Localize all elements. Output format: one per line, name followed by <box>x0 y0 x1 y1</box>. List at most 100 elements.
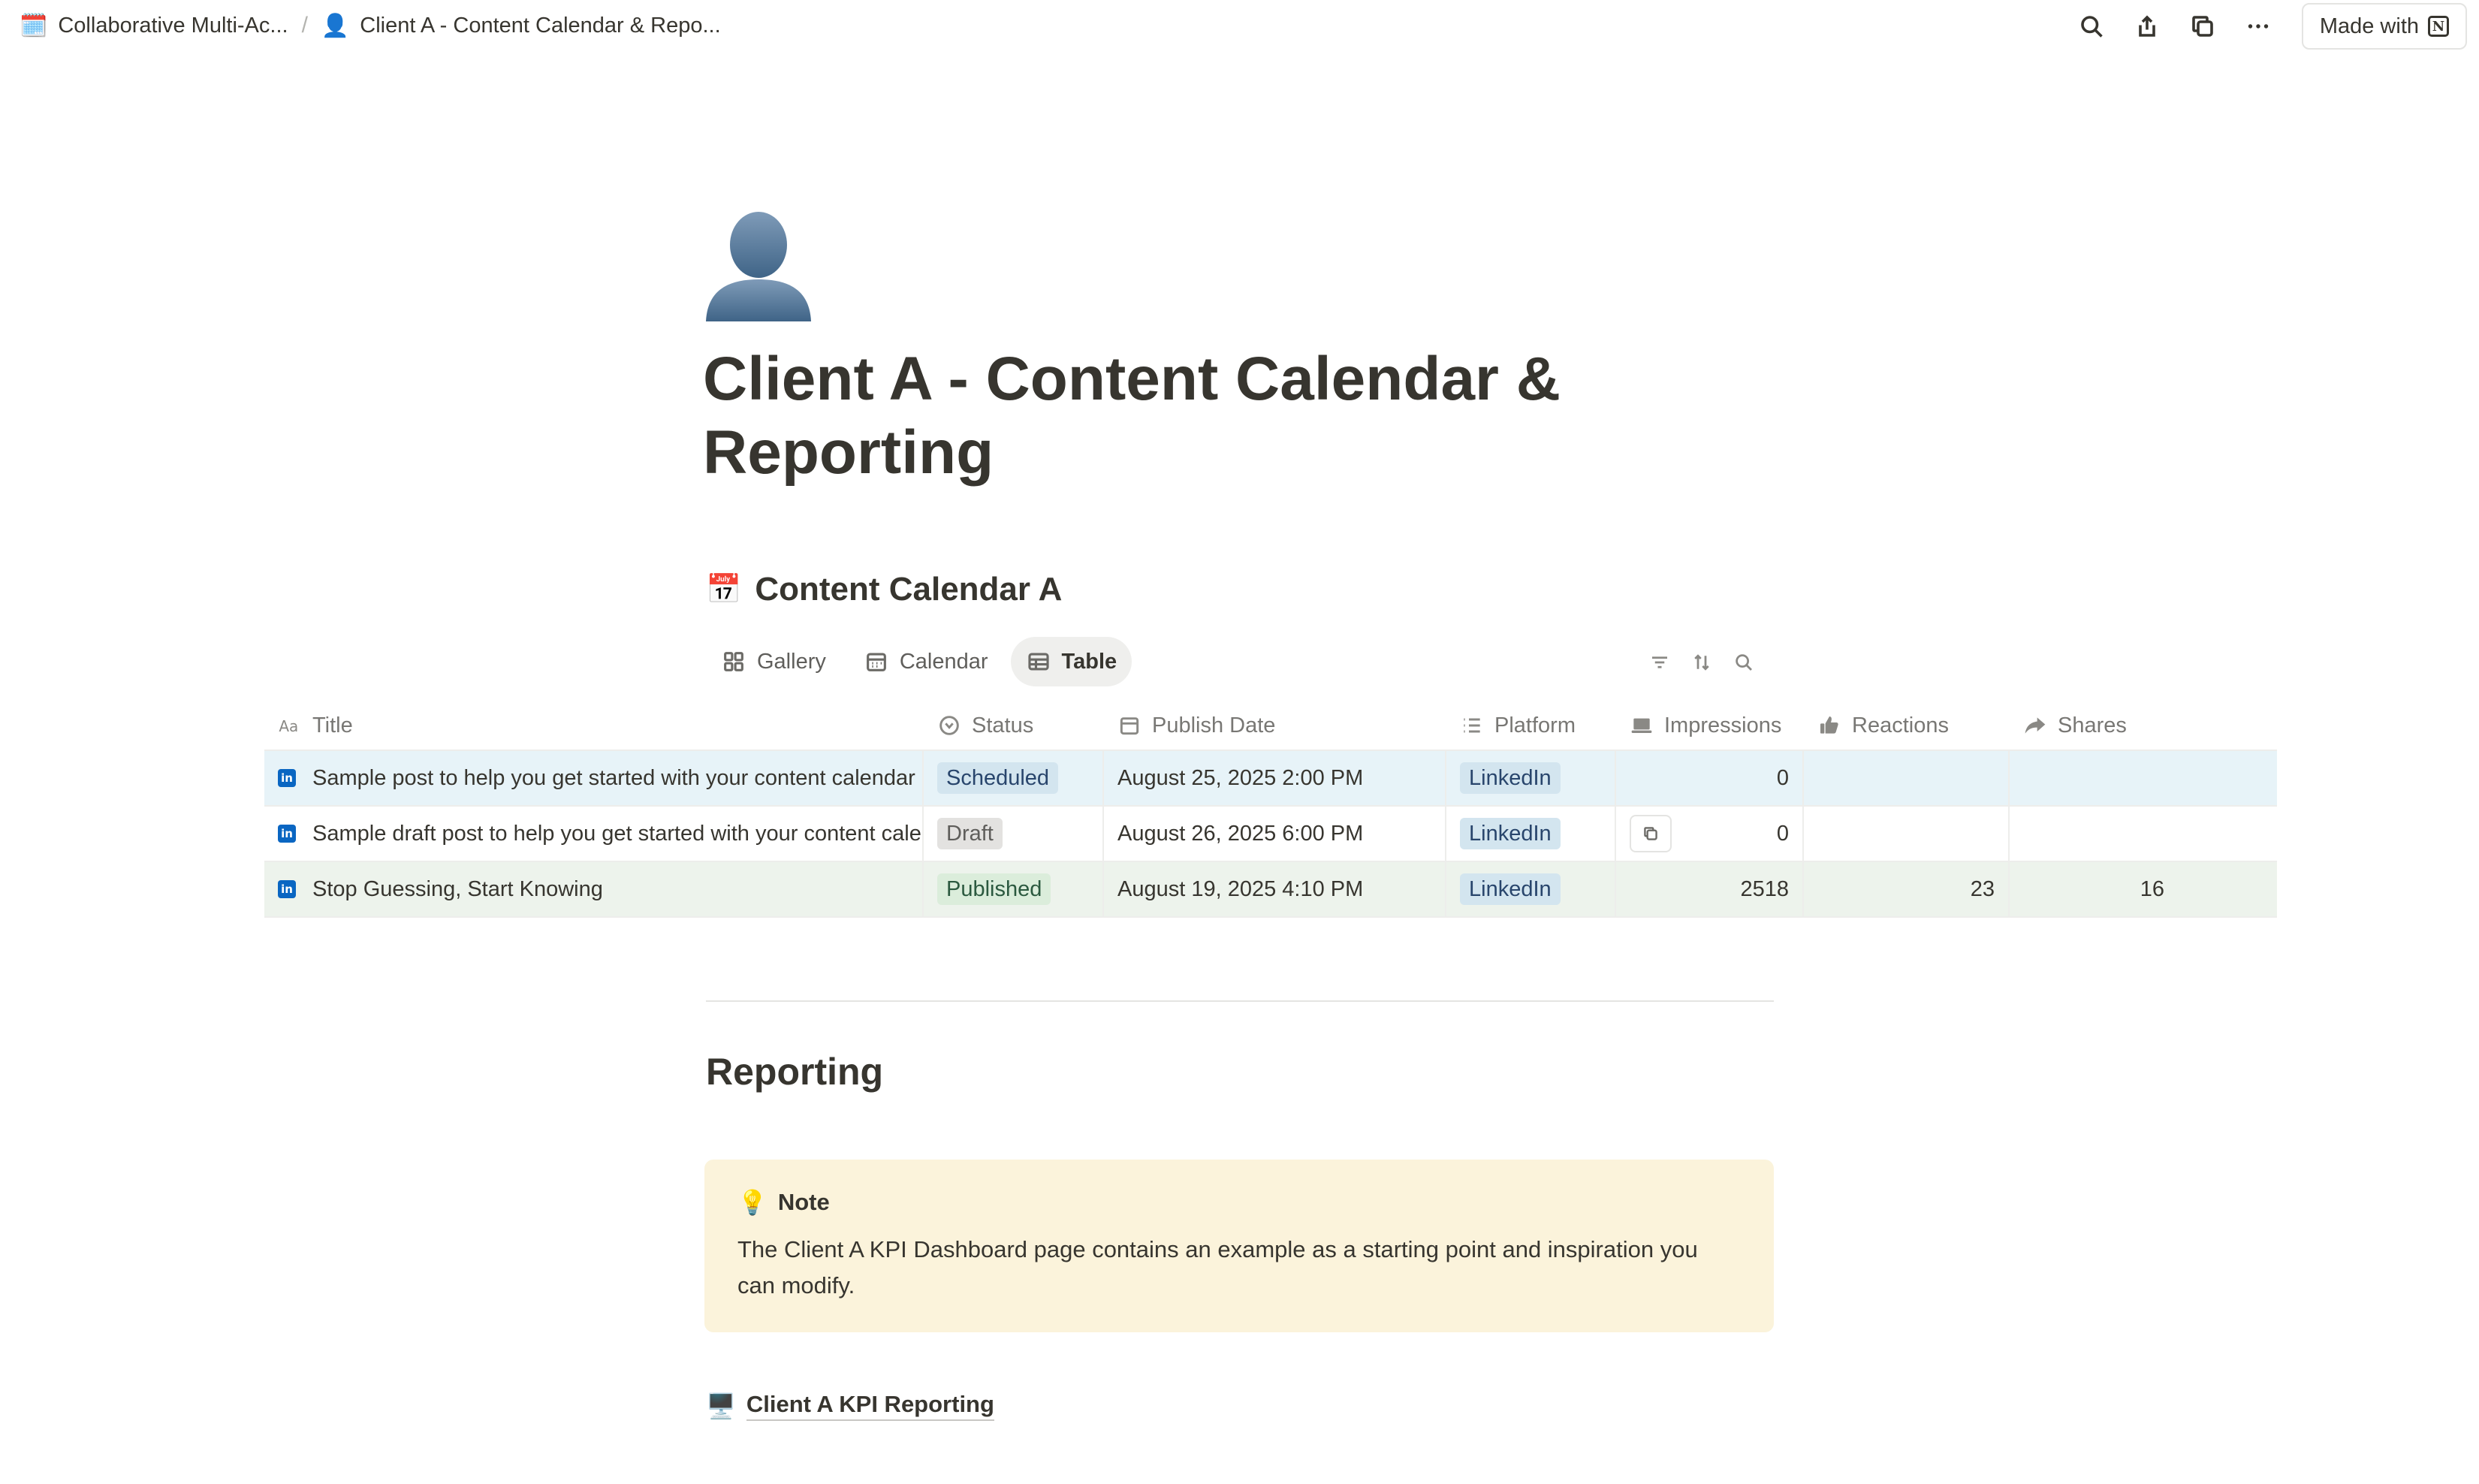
status-cell[interactable]: Published <box>924 862 1104 916</box>
shares-cell[interactable] <box>2010 807 2277 861</box>
row-title: Stop Guessing, Start Knowing <box>312 876 603 901</box>
content-calendar-table: Aa Title Status Publish Date Platform Im… <box>264 701 2277 918</box>
breadcrumb-item-workspace[interactable]: 🗓️ Collaborative Multi-Ac... <box>20 13 288 39</box>
made-with-label: Made with <box>2319 14 2419 38</box>
tab-calendar[interactable]: Calendar <box>849 637 1003 686</box>
column-header-shares[interactable]: Shares <box>2010 701 2277 750</box>
status-badge: Scheduled <box>937 762 1059 794</box>
top-bar: 🗓️ Collaborative Multi-Ac... / 👤 Client … <box>0 0 2479 51</box>
table-icon <box>1027 653 1049 671</box>
shares-cell[interactable]: 16 <box>2010 862 2277 916</box>
divider <box>706 1000 1774 1002</box>
calendar-icon <box>866 653 886 671</box>
status-cell[interactable]: Draft <box>924 807 1104 861</box>
page-title[interactable]: Client A - Content Calendar & Reporting <box>703 342 1604 490</box>
search-icon[interactable] <box>2069 6 2114 47</box>
publish-date-cell[interactable]: August 25, 2025 2:00 PM <box>1104 751 1446 805</box>
shares-cell[interactable] <box>2010 751 2277 805</box>
table-row[interactable]: in Stop Guessing, Start Knowing Publishe… <box>264 862 2277 918</box>
lightbulb-icon: 💡 <box>737 1189 768 1216</box>
column-header-publish-date[interactable]: Publish Date <box>1104 701 1446 750</box>
tab-table[interactable]: Table <box>1010 637 1132 686</box>
platform-badge: LinkedIn <box>1460 818 1561 849</box>
breadcrumb-item-page[interactable]: 👤 Client A - Content Calendar & Repo... <box>321 13 721 39</box>
column-header-label: Impressions <box>1664 713 1782 737</box>
note-callout[interactable]: 💡 Note The Client A KPI Dashboard page c… <box>704 1160 1774 1332</box>
database-tools <box>1645 647 1771 677</box>
calendar-emoji-icon: 🗓️ <box>20 13 48 38</box>
tab-label: Calendar <box>899 649 988 674</box>
kpi-reporting-link[interactable]: 🖥️ Client A KPI Reporting <box>706 1391 994 1421</box>
row-title: Sample draft post to help you get starte… <box>312 821 924 846</box>
column-header-status[interactable]: Status <box>924 701 1104 750</box>
title-cell[interactable]: in Sample draft post to help you get sta… <box>264 807 924 861</box>
impressions-cell[interactable]: 0 <box>1616 807 1804 861</box>
text-type-icon: Aa <box>279 717 298 735</box>
column-header-platform[interactable]: Platform <box>1446 701 1616 750</box>
impressions-cell[interactable]: 0 <box>1616 751 1804 805</box>
table-row[interactable]: in Sample draft post to help you get sta… <box>264 807 2277 862</box>
laptop-icon <box>1631 718 1652 733</box>
publish-date-cell[interactable]: August 19, 2025 4:10 PM <box>1104 862 1446 916</box>
column-header-label: Title <box>312 713 353 737</box>
status-cell[interactable]: Scheduled <box>924 751 1104 805</box>
gallery-icon <box>724 652 743 671</box>
thumbs-up-icon <box>1820 716 1838 734</box>
platform-cell[interactable]: LinkedIn <box>1446 807 1616 861</box>
tab-gallery[interactable]: Gallery <box>706 637 841 686</box>
filter-icon[interactable] <box>1645 647 1675 677</box>
breadcrumb-label: Collaborative Multi-Ac... <box>58 13 288 38</box>
sort-icon[interactable] <box>1687 647 1717 677</box>
tab-label: Gallery <box>757 649 826 674</box>
date-icon <box>1120 717 1139 735</box>
callout-header: 💡 Note <box>737 1188 1741 1217</box>
platform-badge: LinkedIn <box>1460 873 1561 905</box>
more-icon[interactable] <box>2236 6 2281 47</box>
column-header-reactions[interactable]: Reactions <box>1804 701 2010 750</box>
title-cell[interactable]: in Sample post to help you get started w… <box>264 751 924 805</box>
database-title-label: Content Calendar A <box>755 571 1063 608</box>
impressions-cell[interactable]: 2518 <box>1616 862 1804 916</box>
kpi-reporting-link-label: Client A KPI Reporting <box>746 1391 994 1421</box>
top-actions: Made with N <box>2058 3 2467 50</box>
list-icon <box>1464 718 1480 733</box>
column-header-label: Platform <box>1494 713 1576 737</box>
tab-label: Table <box>1061 649 1117 674</box>
made-with-notion-button[interactable]: Made with N <box>2301 3 2467 50</box>
share-icon[interactable] <box>2125 6 2170 47</box>
platform-cell[interactable]: LinkedIn <box>1446 751 1616 805</box>
breadcrumb-label: Client A - Content Calendar & Repo... <box>360 13 721 38</box>
platform-badge: LinkedIn <box>1460 762 1561 794</box>
impressions-value: 0 <box>1776 821 1789 846</box>
reactions-cell[interactable] <box>1804 751 2010 805</box>
linkedin-icon: in <box>278 769 296 787</box>
notion-logo-icon: N <box>2428 16 2449 37</box>
reporting-heading[interactable]: Reporting <box>706 1050 883 1093</box>
copy-icon[interactable] <box>1630 815 1672 852</box>
row-title: Sample post to help you get started with… <box>312 765 915 790</box>
callout-title: Note <box>777 1189 830 1215</box>
person-emoji-icon: 👤 <box>321 13 350 38</box>
reactions-cell[interactable]: 23 <box>1804 862 2010 916</box>
search-icon[interactable] <box>1729 647 1759 677</box>
desktop-computer-icon: 🖥️ <box>706 1392 736 1419</box>
view-tabs: Gallery Calendar Table <box>706 637 1139 686</box>
title-cell[interactable]: in Stop Guessing, Start Knowing <box>264 862 924 916</box>
duplicate-icon[interactable] <box>2180 6 2225 47</box>
share-arrow-icon <box>2025 717 2046 734</box>
linkedin-icon: in <box>278 825 296 843</box>
database-title[interactable]: 📅 Content Calendar A <box>706 571 1062 608</box>
person-silhouette-icon[interactable] <box>698 201 819 321</box>
reactions-cell[interactable] <box>1804 807 2010 861</box>
column-header-impressions[interactable]: Impressions <box>1616 701 1804 750</box>
publish-date-cell[interactable]: August 26, 2025 6:00 PM <box>1104 807 1446 861</box>
linkedin-icon: in <box>278 880 296 898</box>
table-header-row: Aa Title Status Publish Date Platform Im… <box>264 701 2277 751</box>
status-badge: Draft <box>937 818 1003 849</box>
column-header-title[interactable]: Aa Title <box>264 701 924 750</box>
table-row[interactable]: in Sample post to help you get started w… <box>264 751 2277 807</box>
breadcrumb-separator: / <box>301 13 308 38</box>
column-header-label: Status <box>972 713 1034 737</box>
status-icon <box>939 716 959 735</box>
platform-cell[interactable]: LinkedIn <box>1446 862 1616 916</box>
